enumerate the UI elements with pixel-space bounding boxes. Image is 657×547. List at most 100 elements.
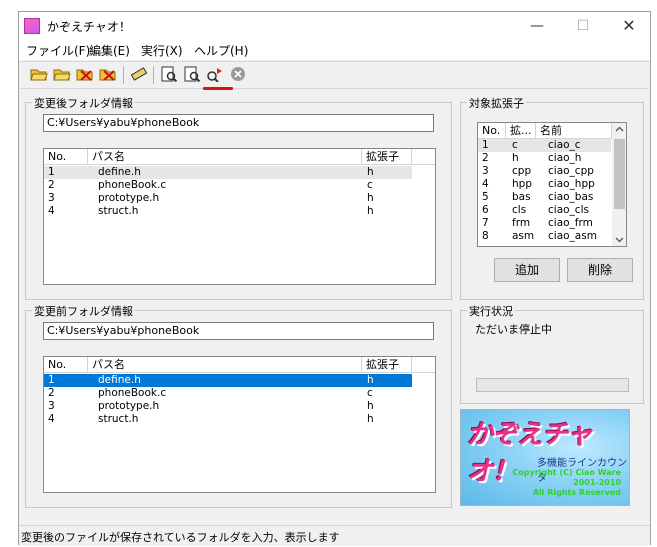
list-header: No. パス名 拡張子 (44, 149, 435, 165)
list-item[interactable]: 6 cls ciao_cls (478, 204, 611, 217)
cell-name: ciao_cls (548, 204, 589, 216)
minimize-button[interactable]: — (514, 12, 560, 40)
list-item[interactable]: 8 asm ciao_asm (478, 230, 611, 243)
table-row-selected[interactable]: 1 define.h h (44, 374, 412, 387)
table-row[interactable]: 4 struct.h h (44, 413, 412, 426)
after-folder-group: 変更後フォルダ情報 C:¥Users¥yabu¥phoneBook No. パス… (25, 95, 452, 300)
add-button[interactable]: 追加 (494, 258, 560, 282)
cell-name: ciao_hpp (548, 178, 595, 190)
count-run-icon[interactable] (206, 66, 224, 84)
cell-path: define.h (98, 374, 141, 386)
remove-folder-icon[interactable] (99, 66, 117, 84)
cell-no: 3 (482, 165, 489, 177)
cell-path: phoneBook.c (98, 179, 167, 191)
toolbar-separator (153, 66, 154, 84)
cell-ext: h (512, 152, 519, 164)
cell-ext: c (367, 387, 373, 399)
table-row[interactable]: 2 phoneBook.c c (44, 179, 412, 192)
cell-no: 6 (482, 204, 489, 216)
cell-path: phoneBook.c (98, 387, 167, 399)
cell-name: ciao_bas (548, 191, 594, 203)
window-title: かぞえチャオ！ (47, 20, 131, 34)
after-folder-path-input[interactable]: C:¥Users¥yabu¥phoneBook (43, 114, 434, 132)
column-name[interactable]: 名前 (536, 123, 612, 138)
cell-no: 3 (48, 192, 55, 204)
cell-ext: bas (512, 191, 531, 203)
main-window: かぞえチャオ！ — ☐ ✕ ファイル(F) 編集(E) 実行(X) ヘルプ(H) (18, 11, 651, 546)
extensions-scrollbar[interactable] (612, 123, 626, 246)
column-ext[interactable]: 拡張子 (362, 149, 412, 164)
table-row[interactable]: 4 struct.h h (44, 205, 412, 218)
active-tool-underline (203, 87, 233, 90)
open-folder-icon[interactable] (30, 66, 48, 84)
execution-group: 実行状況 ただいま停止中 (460, 303, 644, 404)
column-ext[interactable]: 拡張子 (362, 357, 412, 372)
app-icon (24, 18, 40, 34)
extensions-list[interactable]: No. 拡... 名前 1 c ciao_c 2 h ciao_h 3 cpp … (477, 122, 627, 247)
logo-copyright: Copyright (C) Ciao Ware 2001-2010 All Ri… (501, 468, 621, 498)
cell-no: 2 (482, 152, 489, 164)
cell-ext: c (367, 179, 373, 191)
status-bar: 変更後のファイルが保存されているフォルダを入力、表示します (19, 525, 650, 546)
cell-path: struct.h (98, 413, 139, 425)
scroll-up-icon[interactable] (615, 125, 624, 137)
before-folder-title: 変更前フォルダ情報 (32, 303, 135, 319)
cell-no: 7 (482, 217, 489, 229)
list-item[interactable]: 5 bas ciao_bas (478, 191, 611, 204)
copyright-line: All Rights Reserved (532, 488, 621, 497)
menu-run[interactable]: 実行(X) (141, 42, 183, 59)
column-path[interactable]: パス名 (88, 357, 362, 372)
list-item[interactable]: 4 hpp ciao_hpp (478, 178, 611, 191)
cell-ext: h (367, 400, 374, 412)
preview-icon[interactable] (183, 66, 201, 84)
cell-no: 8 (482, 230, 489, 242)
maximize-button[interactable]: ☐ (560, 12, 606, 40)
cell-path: struct.h (98, 205, 139, 217)
cell-ext: asm (512, 230, 535, 242)
progress-bar (476, 378, 629, 392)
status-text: 変更後のファイルが保存されているフォルダを入力、表示します (21, 531, 340, 544)
list-item[interactable]: 2 h ciao_h (478, 152, 611, 165)
toolbar-separator (123, 66, 124, 84)
cell-name: ciao_h (548, 152, 582, 164)
delete-button[interactable]: 削除 (567, 258, 633, 282)
ruler-icon[interactable] (130, 66, 148, 84)
menu-file[interactable]: ファイル(F) (26, 42, 90, 59)
cell-no: 1 (482, 139, 489, 151)
list-item[interactable]: 3 cpp ciao_cpp (478, 165, 611, 178)
cell-ext: h (367, 374, 374, 386)
menu-edit[interactable]: 編集(E) (89, 42, 130, 59)
title-bar: かぞえチャオ！ — ☐ ✕ (19, 12, 650, 40)
cell-ext: cpp (512, 165, 532, 177)
column-no[interactable]: No. (478, 123, 506, 138)
open-folder-icon[interactable] (53, 66, 71, 84)
list-item[interactable]: 1 c ciao_c (478, 139, 611, 152)
table-row[interactable]: 2 phoneBook.c c (44, 387, 412, 400)
scroll-thumb[interactable] (614, 139, 625, 209)
column-ext[interactable]: 拡... (506, 123, 536, 138)
cell-ext: c (512, 139, 518, 151)
preview-icon[interactable] (160, 66, 178, 84)
table-row[interactable]: 3 prototype.h h (44, 192, 412, 205)
after-file-list[interactable]: No. パス名 拡張子 1 define.h h 2 phoneBook.c c… (43, 148, 436, 285)
before-folder-path-input[interactable]: C:¥Users¥yabu¥phoneBook (43, 322, 434, 340)
cell-no: 4 (48, 413, 55, 425)
scroll-down-icon[interactable] (615, 234, 624, 246)
column-no[interactable]: No. (44, 149, 88, 164)
column-no[interactable]: No. (44, 357, 88, 372)
table-row[interactable]: 1 define.h h (44, 166, 412, 179)
before-file-list[interactable]: No. パス名 拡張子 1 define.h h 2 phoneBook.c c… (43, 356, 436, 493)
menu-help[interactable]: ヘルプ(H) (194, 42, 248, 59)
cell-no: 4 (482, 178, 489, 190)
cell-ext: hpp (512, 178, 532, 190)
cell-ext: h (367, 192, 374, 204)
cell-path: prototype.h (98, 400, 160, 412)
column-path[interactable]: パス名 (88, 149, 362, 164)
table-row[interactable]: 3 prototype.h h (44, 400, 412, 413)
cell-name: ciao_c (548, 139, 581, 151)
remove-folder-icon[interactable] (76, 66, 94, 84)
list-item[interactable]: 7 frm ciao_frm (478, 217, 611, 230)
stop-icon[interactable] (229, 66, 247, 84)
close-button[interactable]: ✕ (606, 12, 652, 40)
menu-bar: ファイル(F) 編集(E) 実行(X) ヘルプ(H) (19, 40, 650, 60)
